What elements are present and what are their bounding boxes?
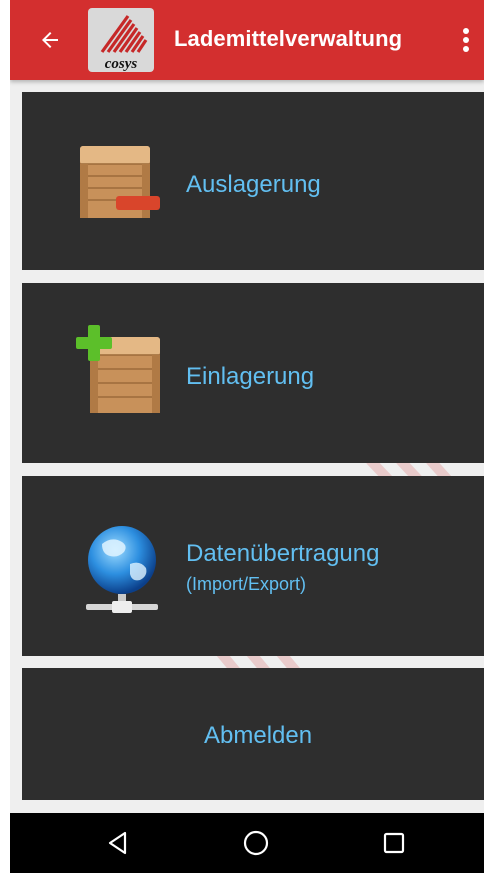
menu-item-auslagerung[interactable]: Auslagerung: [22, 92, 484, 270]
app-bar: cosys Lademittelverwaltung: [10, 0, 484, 80]
menu-item-einlagerung[interactable]: Einlagerung: [22, 283, 484, 463]
menu-item-label: Auslagerung: [186, 171, 321, 198]
arrow-back-icon: [42, 32, 58, 48]
overflow-menu-button[interactable]: [452, 22, 480, 58]
nav-recents-button[interactable]: [354, 813, 434, 873]
nav-home-icon: [243, 830, 269, 856]
app-logo: cosys: [88, 8, 154, 72]
menu-item-label: Einlagerung: [186, 363, 315, 390]
app-screen: cosys Lademittelverwaltung Auslagerung E…: [10, 0, 484, 873]
svg-text:cosys: cosys: [105, 56, 138, 72]
logout-label: Abmelden: [204, 722, 313, 749]
back-button[interactable]: [32, 22, 68, 58]
logout-button[interactable]: Abmelden: [22, 668, 484, 800]
system-nav-bar: [10, 813, 484, 873]
page-title: Lademittelverwaltung: [174, 26, 403, 51]
crate-plus-icon: [76, 325, 160, 413]
nav-recents-icon: [383, 832, 405, 854]
globe-network-icon: [86, 526, 158, 613]
more-vertical-icon: [463, 28, 469, 52]
menu-item-sublabel: (Import/Export): [186, 574, 307, 594]
menu-item-label: Datenübertragung: [186, 540, 380, 567]
crate-minus-icon: [80, 146, 160, 218]
nav-back-icon: [108, 831, 127, 855]
menu-item-datenuebertragung[interactable]: Datenübertragung (Import/Export): [22, 476, 484, 656]
nav-home-button[interactable]: [216, 813, 296, 873]
nav-back-button[interactable]: [78, 813, 158, 873]
